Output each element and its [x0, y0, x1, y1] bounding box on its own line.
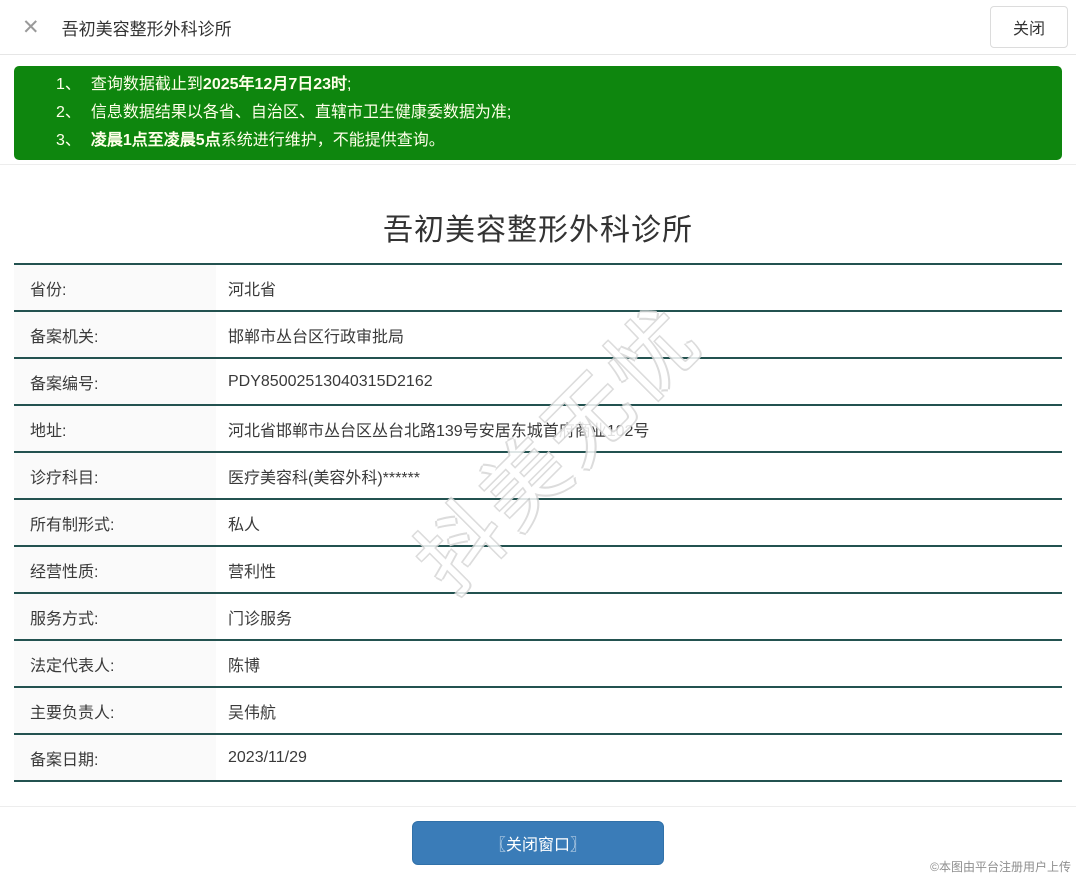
- close-button[interactable]: 关闭: [990, 6, 1068, 48]
- field-label: 备案机关:: [14, 312, 216, 357]
- field-label: 备案编号:: [14, 359, 216, 404]
- close-window-button[interactable]: 〖关闭窗口〗: [412, 821, 664, 865]
- notice-line-number: 3、: [56, 132, 81, 149]
- close-icon[interactable]: ✕: [22, 17, 40, 38]
- field-value: 医疗美容科(美容外科)******: [216, 453, 1062, 498]
- table-row: 诊疗科目: 医疗美容科(美容外科)******: [14, 453, 1062, 500]
- table-row: 法定代表人: 陈博: [14, 641, 1062, 688]
- notice-line-bold-text: 凌晨1点至凌晨5点: [91, 132, 221, 149]
- field-value: 河北省: [216, 265, 1062, 310]
- field-label: 主要负责人:: [14, 688, 216, 733]
- notice-line-text: 系统进行维护，不能提供查询。: [221, 132, 445, 149]
- notice-line-text: 信息数据结果以各省、自治区、直辖市卫生健康委数据为准;: [91, 104, 511, 121]
- notice-line: 3、凌晨1点至凌晨5点系统进行维护，不能提供查询。: [56, 127, 1046, 155]
- notice-line-number: 1、: [56, 76, 81, 93]
- field-label: 诊疗科目:: [14, 453, 216, 498]
- field-label: 法定代表人:: [14, 641, 216, 686]
- page-title: 吾初美容整形外科诊所: [0, 205, 1076, 249]
- field-label: 经营性质:: [14, 547, 216, 592]
- table-row: 备案日期: 2023/11/29: [14, 735, 1062, 782]
- table-row: 所有制形式: 私人: [14, 500, 1062, 547]
- notice-line: 2、信息数据结果以各省、自治区、直辖市卫生健康委数据为准;: [56, 99, 1046, 127]
- notice-line-text: 查询数据截止到: [91, 76, 203, 93]
- field-value: 营利性: [216, 547, 1062, 592]
- field-value: 私人: [216, 500, 1062, 545]
- field-value: 2023/11/29: [216, 735, 1062, 780]
- notice-line: 1、查询数据截止到2025年12月7日23时;: [56, 71, 1046, 99]
- notice-line-number: 2、: [56, 104, 81, 121]
- notice-banner: 1、查询数据截止到2025年12月7日23时; 2、信息数据结果以各省、自治区、…: [14, 66, 1062, 160]
- notice-section: 1、查询数据截止到2025年12月7日23时; 2、信息数据结果以各省、自治区、…: [0, 55, 1076, 165]
- table-row: 服务方式: 门诊服务: [14, 594, 1062, 641]
- table-row: 主要负责人: 吴伟航: [14, 688, 1062, 735]
- table-row: 省份: 河北省: [14, 265, 1062, 312]
- field-value: 吴伟航: [216, 688, 1062, 733]
- notice-line-text: ;: [347, 76, 351, 93]
- table-row: 备案机关: 邯郸市丛台区行政审批局: [14, 312, 1062, 359]
- field-label: 所有制形式:: [14, 500, 216, 545]
- notice-line-bold-text: 2025年12月7日23时: [203, 76, 347, 93]
- field-label: 地址:: [14, 406, 216, 451]
- field-value: 陈博: [216, 641, 1062, 686]
- window-title: 吾初美容整形外科诊所: [62, 15, 232, 40]
- field-value: PDY85002513040315D2162: [216, 359, 1062, 404]
- table-row: 经营性质: 营利性: [14, 547, 1062, 594]
- info-table: 省份: 河北省 备案机关: 邯郸市丛台区行政审批局 备案编号: PDY85002…: [14, 263, 1062, 782]
- field-value: 门诊服务: [216, 594, 1062, 639]
- field-value: 邯郸市丛台区行政审批局: [216, 312, 1062, 357]
- field-label: 服务方式:: [14, 594, 216, 639]
- footer-area: 〖关闭窗口〗: [0, 806, 1076, 871]
- field-label: 备案日期:: [14, 735, 216, 780]
- field-label: 省份:: [14, 265, 216, 310]
- table-row: 备案编号: PDY85002513040315D2162: [14, 359, 1062, 406]
- copyright-watermark: ©本图由平台注册用户上传: [930, 858, 1071, 875]
- table-row: 地址: 河北省邯郸市丛台区丛台北路139号安居东城首府商业102号: [14, 406, 1062, 453]
- header-bar: ✕ 吾初美容整形外科诊所 关闭: [0, 0, 1076, 55]
- field-value: 河北省邯郸市丛台区丛台北路139号安居东城首府商业102号: [216, 406, 1062, 451]
